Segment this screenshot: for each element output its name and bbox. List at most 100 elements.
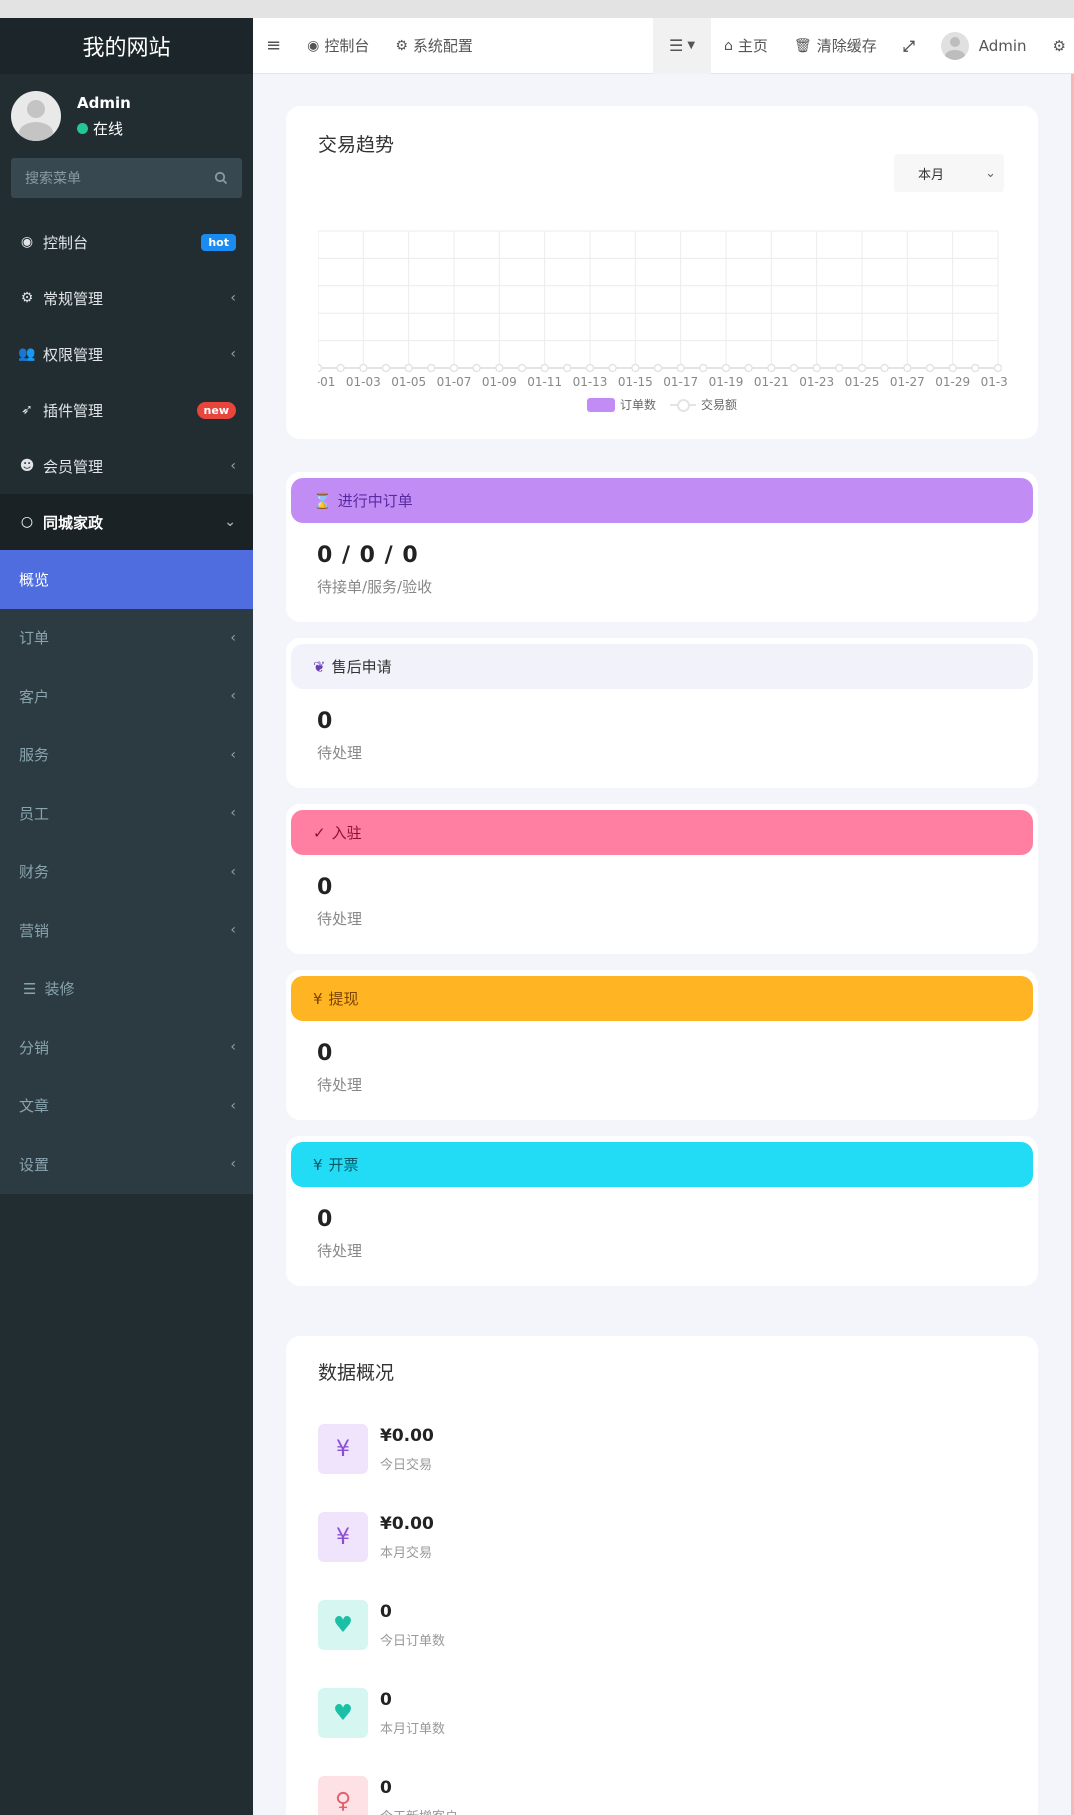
user-circle-icon: ☻ <box>19 458 35 474</box>
nav-settings-button[interactable]: ⚙ <box>1040 18 1074 74</box>
stat-header[interactable]: ¥ 开票 <box>291 1142 1033 1187</box>
overview-item: ¥ ¥0.00 今日交易 <box>318 1405 1006 1493</box>
overview-label: 本月交易 <box>380 1545 433 1561</box>
sidebar-subitem-finance[interactable]: 财务 ‹ <box>0 843 253 902</box>
search-icon[interactable] <box>214 171 228 185</box>
nav-clear-cache-button[interactable]: 🗑 清除缓存 <box>781 18 890 74</box>
overview-value: ¥0.00 <box>380 1425 434 1446</box>
chevron-left-icon: ‹ <box>230 922 236 939</box>
nav-home-button[interactable]: ⌂ 主页 <box>711 18 781 74</box>
chevron-left-icon: ‹ <box>230 346 236 362</box>
chart-point <box>744 363 753 373</box>
chart-point <box>336 363 345 373</box>
sidebar-subitem-staff[interactable]: 员工 ‹ <box>0 784 253 843</box>
yen-refresh-icon: ¥ <box>318 1512 368 1562</box>
nav-menu-dropdown-button[interactable]: ☰ ▼ <box>652 17 712 74</box>
overview-value: ¥0.00 <box>380 1513 434 1534</box>
chart-point <box>472 363 481 373</box>
expand-icon: ⤢ <box>902 36 915 55</box>
gear-icon: ⚙ <box>395 37 408 54</box>
stat-card-invoice: ¥ 开票 0 待处理 <box>286 1136 1038 1286</box>
yen-circle-icon: ¥ <box>313 1155 323 1174</box>
avatar <box>940 31 969 60</box>
legend-swatch-orders[interactable] <box>586 397 615 412</box>
overview-label: 今日交易 <box>380 1457 433 1473</box>
sidebar-subitem-customers[interactable]: 客户 ‹ <box>0 667 253 726</box>
chart-point <box>517 363 527 373</box>
trend-title: 交易趋势 <box>318 134 395 156</box>
sidebar-item-permissions[interactable]: 👥 权限管理 ‹ <box>0 326 253 382</box>
menu-search-input[interactable]: 搜索菜单 <box>11 158 242 198</box>
stat-header[interactable]: ⌛ 进行中订单 <box>291 478 1033 523</box>
avatar <box>11 91 61 141</box>
sidebar-subitem-articles[interactable]: 文章 ‹ <box>0 1077 253 1136</box>
site-logo[interactable]: 我的网站 <box>0 18 253 74</box>
overview-label: 本月订单数 <box>380 1721 446 1737</box>
stat-value: 0 <box>317 1041 334 1066</box>
chevron-left-icon: ‹ <box>230 805 236 822</box>
chart-point <box>427 363 436 373</box>
chart-point <box>903 363 912 373</box>
legend-label-orders: 订单数 <box>619 398 656 412</box>
trend-chart: 01-01 01-03 01-05 01-07 01-09 01-11 01-13 01-15… <box>318 230 1008 389</box>
chart-point <box>948 363 957 373</box>
sidebar-subitem-overview[interactable]: 概览 <box>0 550 253 609</box>
chart-point <box>835 363 844 373</box>
chevron-down-icon: ⌄ <box>985 165 996 181</box>
stat-header[interactable]: ❦ 售后申请 <box>291 644 1033 689</box>
chart-point <box>789 363 799 373</box>
hourglass-icon: ⌛ <box>313 491 332 510</box>
fullscreen-button[interactable]: ⤢ <box>890 18 928 74</box>
chart-point <box>699 363 708 373</box>
x-tick-label: 01-27 <box>890 375 925 389</box>
sidebar: 我的网站 Admin 在线 搜索菜单 ◉ 控制台 hot ⚙ 常规管理 ‹ 👥 … <box>0 18 253 1815</box>
x-tick-label: 01-19 <box>709 375 744 389</box>
sidebar-item-dashboard[interactable]: ◉ 控制台 hot <box>0 214 253 270</box>
x-tick-label: 01-23 <box>799 375 834 389</box>
x-tick-label: 01-21 <box>754 375 789 389</box>
top-navbar: ≡ ◉ 控制台 ⚙ 系统配置 ☰ ▼ ⌂ 主页 🗑 清除缓存 ⤢ Admin ⚙ <box>253 17 1074 74</box>
sidebar-subitem-settings[interactable]: 设置 ‹ <box>0 1135 253 1194</box>
stat-subtitle: 待处理 <box>317 910 363 928</box>
nav-user-menu[interactable]: Admin <box>928 18 1040 74</box>
overview-item: ♀ 0 今天新增客户 <box>318 1757 1006 1815</box>
chart-point <box>880 363 889 373</box>
chart-point <box>495 363 504 373</box>
sidebar-toggle-button[interactable]: ≡ <box>253 18 294 74</box>
x-tick-label: 01-07 <box>437 375 472 389</box>
sidebar-item-plugins[interactable]: ➶ 插件管理 new <box>0 382 253 438</box>
user-name: Admin <box>77 93 131 112</box>
overview-value: 0 <box>380 1601 392 1622</box>
chart-point <box>653 363 663 373</box>
chart-point <box>631 363 640 373</box>
sidebar-subitem-decoration[interactable]: ☰ 装修 <box>0 960 253 1019</box>
stat-subtitle: 待处理 <box>317 744 363 762</box>
sidebar-subitem-marketing[interactable]: 营销 ‹ <box>0 901 253 960</box>
hot-badge: hot <box>201 233 236 251</box>
x-tick-label: 01-09 <box>482 375 517 389</box>
period-select[interactable]: 本月 ⌄ <box>894 154 1004 192</box>
sidebar-subitem-services[interactable]: 服务 ‹ <box>0 726 253 785</box>
stat-header[interactable]: ¥ 提现 <box>291 976 1033 1021</box>
stat-header[interactable]: ✓ 入驻 <box>291 810 1033 855</box>
stat-value: 0 <box>317 1207 334 1232</box>
sidebar-subitem-distribution[interactable]: 分销 ‹ <box>0 1018 253 1077</box>
sidebar-subitem-orders[interactable]: 订单 ‹ <box>0 609 253 668</box>
chart-point <box>721 363 731 373</box>
nav-dashboard-button[interactable]: ◉ 控制台 <box>294 18 382 74</box>
chevron-left-icon: ‹ <box>230 1156 236 1173</box>
chart-point <box>318 363 323 373</box>
list-icon: ☰ <box>668 36 684 55</box>
nav-system-config-button[interactable]: ⚙ 系统配置 <box>382 18 486 74</box>
sidebar-item-members[interactable]: ☻ 会员管理 ‹ <box>0 438 253 494</box>
overview-label: 今天新增客户 <box>380 1806 458 1815</box>
chart-point <box>540 363 549 373</box>
legend-swatch-amount[interactable] <box>670 398 696 412</box>
sidebar-item-general[interactable]: ⚙ 常规管理 ‹ <box>0 270 253 326</box>
lotus-icon: ❦ <box>313 657 326 676</box>
sidebar-item-housekeeping[interactable]: ○ 同城家政 ⌄ <box>0 494 253 550</box>
chart-point <box>608 363 617 373</box>
online-dot-icon <box>77 122 88 134</box>
chart-point <box>925 363 935 373</box>
chevron-left-icon: ‹ <box>230 863 236 880</box>
